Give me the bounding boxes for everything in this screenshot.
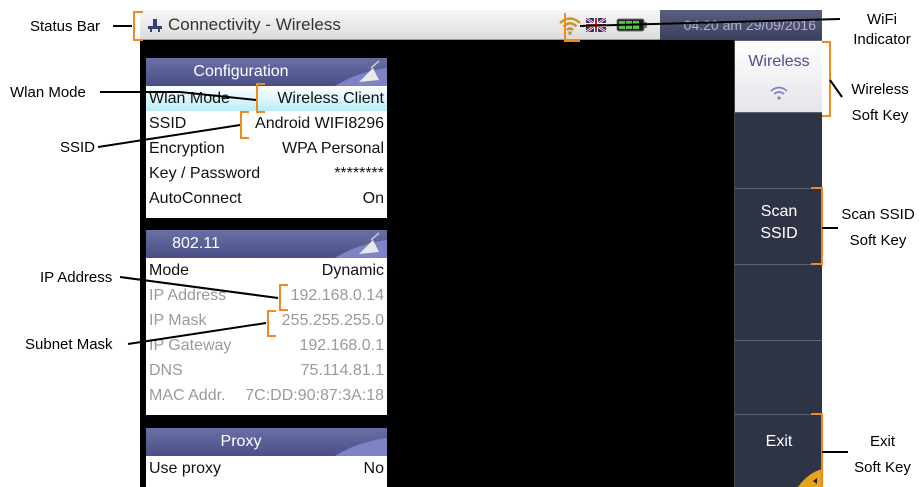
mode-row[interactable]: Mode Dynamic <box>146 258 387 283</box>
wireless-softkey[interactable]: Wireless <box>734 40 822 112</box>
wifi-80211-panel: 802.11 Mode Dynamic IP Address 192.168.0… <box>146 230 387 415</box>
ip-address-callout-label: IP Address <box>40 269 113 286</box>
ssid-row[interactable]: SSID Android WIFI8296 <box>146 111 387 136</box>
status-bar: Connectivity - Wireless 04:20 am 29/09/2… <box>140 10 822 40</box>
status-bar-callout-label: Status Bar <box>30 18 101 35</box>
ssid-callout-label: SSID <box>60 139 96 156</box>
ip-address-row: IP Address 192.168.0.14 <box>149 287 384 304</box>
wireless-softkey-callout-label-line1: Wireless <box>851 81 909 98</box>
wlan-mode-callout-label: Wlan Mode <box>10 84 86 101</box>
autoconnect-row[interactable]: AutoConnect On <box>146 186 387 211</box>
subnet-mask-callout-label: Subnet Mask <box>25 336 113 353</box>
proxy-panel: Proxy Use proxy No <box>146 428 387 487</box>
empty-softkey-4[interactable] <box>734 264 822 340</box>
configuration-header: Configuration <box>146 58 387 86</box>
scan-ssid-softkey[interactable]: Scan SSID <box>734 188 822 264</box>
wifi-indicator-callout-label-line2: Indicator <box>853 31 911 48</box>
wifi-icon <box>559 17 581 35</box>
panel-decor-icon <box>335 438 387 456</box>
scan-ssid-softkey-callout-label-line2: Soft Key <box>849 232 907 249</box>
dns-row: DNS 75.114.81.1 <box>149 362 384 379</box>
proxy-header: Proxy <box>146 428 387 456</box>
empty-softkey-2[interactable] <box>734 112 822 188</box>
antenna-decor-icon <box>335 60 387 86</box>
battery-icon <box>616 18 647 32</box>
antenna-decor-icon <box>335 232 387 258</box>
use-proxy-row[interactable]: Use proxy No <box>146 456 387 481</box>
exit-softkey-callout-label-line2: Soft Key <box>854 459 911 476</box>
wifi-80211-header: 802.11 <box>146 230 387 258</box>
wifi-icon <box>770 86 788 100</box>
configuration-panel: Configuration Wlan Mode Wireless Client … <box>146 58 387 218</box>
ip-mask-row: IP Mask 255.255.255.0 <box>149 312 384 329</box>
encryption-row[interactable]: Encryption WPA Personal <box>146 136 387 161</box>
back-arrow-icon <box>798 469 822 487</box>
exit-softkey-callout-label-line1: Exit <box>869 433 895 450</box>
screen-title: Connectivity - Wireless <box>168 15 341 34</box>
empty-softkey-5[interactable] <box>734 340 822 414</box>
wifi-indicator-callout-label-line1: WiFi <box>867 11 897 28</box>
key-password-row[interactable]: Key / Password ******** <box>146 161 387 186</box>
wireless-softkey-callout-label-line2: Soft Key <box>851 107 909 124</box>
scan-ssid-softkey-callout-label-line1: Scan SSID <box>841 206 915 223</box>
connectivity-icon <box>148 19 162 32</box>
device-screen: Connectivity - Wireless 04:20 am 29/09/2… <box>140 10 822 487</box>
ip-gateway-row: IP Gateway 192.168.0.1 <box>149 337 384 354</box>
softkey-column: Wireless Scan SSID Exit <box>734 40 822 487</box>
mac-address-row: MAC Addr. 7C:DD:90:87:3A:18 <box>149 387 384 404</box>
clock-readout: 04:20 am 29/09/2016 <box>660 10 822 40</box>
wlan-mode-row[interactable]: Wlan Mode Wireless Client <box>146 86 387 111</box>
flag-icon <box>586 18 606 32</box>
exit-softkey[interactable]: Exit <box>734 414 822 487</box>
